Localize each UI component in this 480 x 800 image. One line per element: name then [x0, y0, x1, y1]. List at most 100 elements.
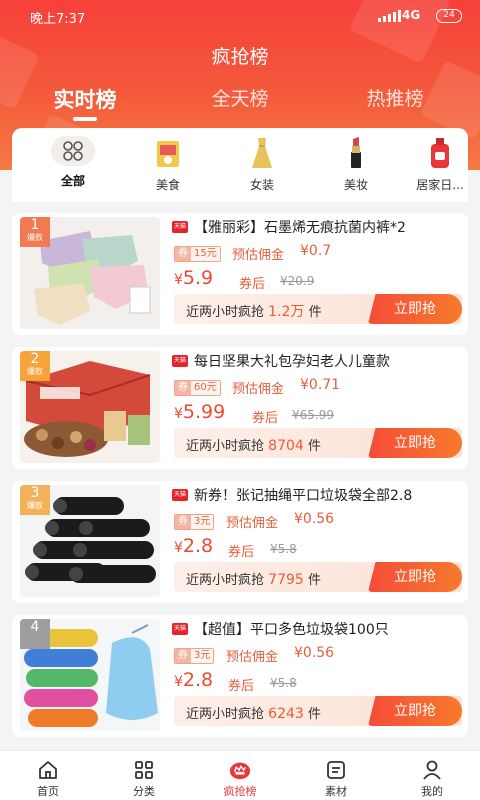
tmall-icon: 天猫: [172, 623, 188, 635]
category-label: 居家日...: [416, 178, 464, 192]
buy-now-button[interactable]: 立即抢: [368, 294, 462, 324]
grid-icon: [51, 136, 95, 166]
rank-badge: 4: [20, 619, 50, 649]
commission-value: ¥0.56: [294, 645, 335, 661]
product-card[interactable]: 1 爆款 天猫 【雅丽彩】石墨烯无痕抗菌内裤*2 券 15元 预估佣金 ¥0.7 …: [12, 213, 468, 335]
price: ¥5.99: [174, 401, 226, 423]
detergent-bottle-icon: [422, 136, 458, 170]
sales-text: 近两小时疯抢 1.2万 件: [186, 304, 322, 320]
buy-now-button[interactable]: 立即抢: [368, 696, 462, 726]
rank-badge: 2 爆款: [20, 351, 50, 381]
tmall-icon: 天猫: [172, 221, 188, 233]
rank-number: 2: [30, 351, 40, 367]
price: ¥2.8: [174, 535, 214, 557]
after-coupon-label: 券后: [239, 277, 266, 292]
tab-realtime[interactable]: 实时榜: [20, 84, 150, 114]
product-image[interactable]: 2 爆款: [20, 351, 160, 463]
category-label: 女装: [249, 178, 274, 192]
category-label: 全部: [60, 174, 85, 188]
sales-bar: 近两小时疯抢 6243 件 立即抢: [174, 696, 462, 726]
nav-label: 我的: [421, 785, 443, 798]
original-price: ¥5.8: [270, 676, 297, 690]
coupon-badge: 券 60元: [174, 380, 221, 396]
tab-hot-recommend[interactable]: 热推榜: [330, 84, 460, 111]
category-makeup[interactable]: 美妆: [319, 136, 393, 193]
hot-label: 爆款: [27, 367, 43, 376]
price: ¥5.9: [174, 267, 214, 289]
category-food[interactable]: 美食: [131, 136, 205, 193]
price: ¥2.8: [174, 669, 214, 691]
hot-label: 爆款: [27, 233, 43, 242]
nav-category[interactable]: 分类: [96, 759, 192, 799]
nav-label: 首页: [37, 785, 59, 798]
commission-label: 预估佣金: [232, 382, 285, 397]
original-price: ¥5.8: [270, 542, 297, 556]
commission-value: ¥0.56: [294, 511, 335, 527]
battery-icon: 24: [436, 9, 462, 23]
nav-profile[interactable]: 我的: [384, 759, 480, 799]
nav-hot-rank[interactable]: 疯抢榜: [192, 759, 288, 799]
tmall-icon: 天猫: [172, 355, 188, 367]
rank-badge: 1 爆款: [20, 217, 50, 247]
after-coupon-label: 券后: [252, 411, 279, 426]
sales-bar: 近两小时疯抢 8704 件 立即抢: [174, 428, 462, 458]
rank-number: 3: [30, 485, 40, 501]
product-image[interactable]: 4: [20, 619, 160, 731]
home-icon: [37, 759, 59, 781]
category-all[interactable]: 全部: [36, 136, 110, 189]
nav-home[interactable]: 首页: [0, 759, 96, 799]
tab-all-day[interactable]: 全天榜: [175, 84, 305, 111]
snack-box-icon: [150, 136, 186, 170]
tmall-icon: 天猫: [172, 489, 188, 501]
ranking-tabs: 实时榜 全天榜 热推榜: [0, 84, 480, 124]
nav-material[interactable]: 素材: [288, 759, 384, 799]
page-title: 疯抢榜: [211, 46, 269, 68]
category-grid-icon: [133, 759, 155, 781]
product-card[interactable]: 4 天猫 【超值】平口多色垃圾袋100只 券 3元 预估佣金 ¥0.56 ¥2.8…: [12, 615, 468, 737]
material-icon: [325, 759, 347, 781]
commission-value: ¥0.7: [300, 243, 332, 259]
sales-text: 近两小时疯抢 6243 件: [186, 706, 321, 722]
tab-indicator: [73, 117, 97, 121]
product-title[interactable]: 新券！张记抽绳平口垃圾袋全部2.8: [194, 485, 464, 505]
bottom-navigation: 首页 分类 疯抢榜 素材 我的: [0, 750, 480, 800]
category-home[interactable]: 居家日...: [410, 136, 470, 193]
nav-label: 疯抢榜: [223, 785, 257, 798]
category-bar: 全部 美食 女装 美妆 居家日...: [12, 128, 468, 202]
commission-label: 预估佣金: [232, 248, 285, 263]
product-title[interactable]: 每日坚果大礼包孕妇老人儿童款: [194, 351, 464, 371]
product-image[interactable]: 1 爆款: [20, 217, 160, 329]
category-womens-wear[interactable]: 女装: [225, 136, 299, 193]
product-card[interactable]: 3 爆款 天猫 新券！张记抽绳平口垃圾袋全部2.8 券 3元 预估佣金 ¥0.56…: [12, 481, 468, 603]
sales-text: 近两小时疯抢 8704 件: [186, 438, 321, 454]
network-label: 4G: [402, 8, 421, 22]
coupon-badge: 券 3元: [174, 514, 215, 530]
buy-now-button[interactable]: 立即抢: [368, 562, 462, 592]
buy-now-button[interactable]: 立即抢: [368, 428, 462, 458]
nav-label: 素材: [325, 785, 347, 798]
category-label: 美食: [155, 178, 180, 192]
product-card[interactable]: 2 爆款 天猫 每日坚果大礼包孕妇老人儿童款 券 60元 预估佣金 ¥0.71 ¥…: [12, 347, 468, 469]
sales-text: 近两小时疯抢 7795 件: [186, 572, 321, 588]
sales-bar: 近两小时疯抢 1.2万 件 立即抢: [174, 294, 462, 324]
after-coupon-label: 券后: [228, 545, 255, 560]
hot-rank-icon: [229, 759, 251, 781]
after-coupon-label: 券后: [228, 679, 255, 694]
original-price: ¥65.99: [292, 408, 334, 422]
commission-label: 预估佣金: [226, 516, 279, 531]
rank-number: 1: [30, 217, 40, 233]
product-image[interactable]: 3 爆款: [20, 485, 160, 597]
lipstick-icon: [338, 136, 374, 170]
profile-icon: [421, 759, 443, 781]
commission-label: 预估佣金: [226, 650, 279, 665]
product-title[interactable]: 【超值】平口多色垃圾袋100只: [194, 619, 464, 639]
rank-badge: 3 爆款: [20, 485, 50, 515]
rank-number: 4: [30, 619, 40, 635]
signal-icon: [378, 10, 401, 22]
product-title[interactable]: 【雅丽彩】石墨烯无痕抗菌内裤*2: [194, 217, 464, 237]
nav-label: 分类: [133, 785, 155, 798]
hot-label: 爆款: [27, 501, 43, 510]
sales-bar: 近两小时疯抢 7795 件 立即抢: [174, 562, 462, 592]
coupon-badge: 券 3元: [174, 648, 215, 664]
category-label: 美妆: [343, 178, 368, 192]
